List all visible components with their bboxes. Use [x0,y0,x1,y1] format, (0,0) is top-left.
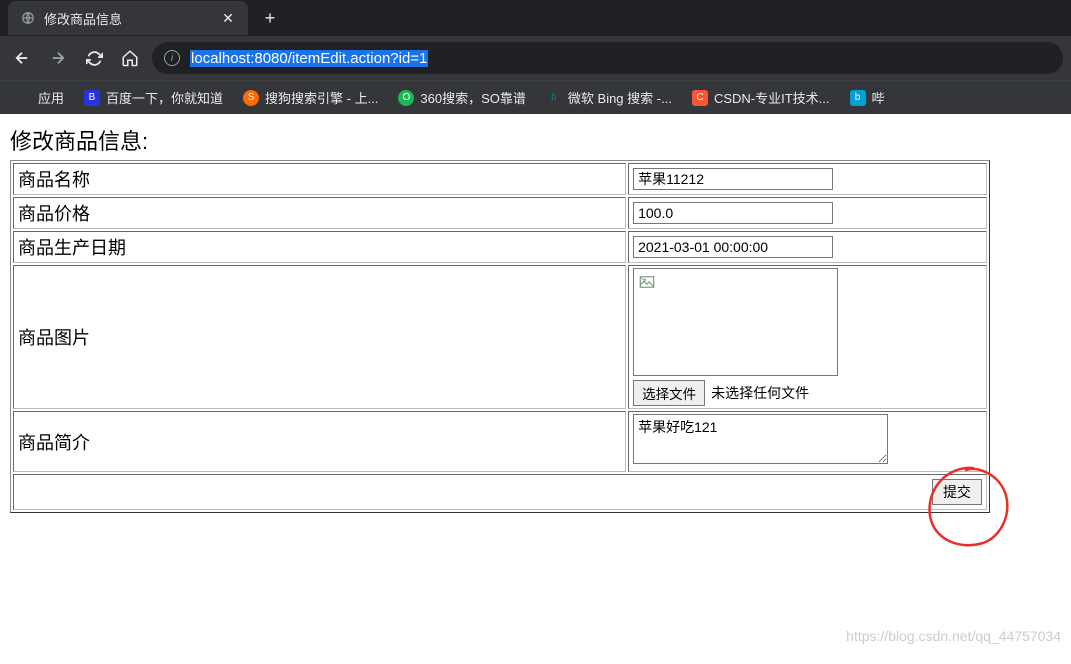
cell-price-input [628,197,987,229]
forward-button[interactable] [44,44,72,72]
file-row: 选择文件 未选择任何文件 [633,380,982,406]
home-button[interactable] [116,44,144,72]
row-submit: 提交 [13,474,987,510]
file-status: 未选择任何文件 [711,383,809,403]
row-price: 商品价格 [13,197,987,229]
info-icon: i [164,50,180,66]
row-image: 商品图片 选择文件 未选择任何文件 [13,265,987,409]
new-tab-button[interactable]: + [256,4,284,32]
bookmark-sogou[interactable]: S 搜狗搜索引擎 - 上... [235,84,386,111]
row-date: 商品生产日期 [13,231,987,263]
desc-textarea[interactable] [633,414,888,464]
page-title: 修改商品信息: [10,124,1061,156]
bookmark-apps[interactable]: 应用 [8,84,72,111]
label-date: 商品生产日期 [13,231,626,263]
apps-icon [16,90,32,106]
baidu-icon: B [84,90,100,106]
bilibili-icon: b [850,90,866,106]
cell-image-input: 选择文件 未选择任何文件 [628,265,987,409]
tab-bar: 修改商品信息 ✕ + [0,0,1071,36]
close-icon[interactable]: ✕ [220,10,236,26]
back-button[interactable] [8,44,36,72]
name-input[interactable] [633,168,833,190]
row-desc: 商品简介 [13,411,987,472]
bookmark-baidu[interactable]: B 百度一下，你就知道 [76,84,231,111]
product-form-table: 商品名称 商品价格 商品生产日期 商品图片 选择文件 [10,160,990,513]
row-name: 商品名称 [13,163,987,195]
cell-date-input [628,231,987,263]
bing-icon: b [546,90,562,106]
so360-icon: O [398,90,414,106]
bookmark-bilibili[interactable]: b 哔 [842,84,893,111]
browser-tab[interactable]: 修改商品信息 ✕ [8,1,248,35]
price-input[interactable] [633,202,833,224]
label-name: 商品名称 [13,163,626,195]
nav-bar: i localhost:8080/itemEdit.action?id=1 [0,36,1071,80]
date-input[interactable] [633,236,833,258]
sogou-icon: S [243,90,259,106]
page-content: 修改商品信息: 商品名称 商品价格 商品生产日期 商品图片 [0,114,1071,523]
bookmark-360[interactable]: O 360搜索，SO靠谱 [390,84,533,111]
cell-desc-input [628,411,987,472]
globe-icon [20,10,36,26]
cell-name-input [628,163,987,195]
choose-file-button[interactable]: 选择文件 [633,380,705,406]
reload-button[interactable] [80,44,108,72]
watermark: https://blog.csdn.net/qq_44757034 [846,628,1061,644]
cell-submit: 提交 [13,474,987,510]
bookmark-bing[interactable]: b 微软 Bing 搜索 -... [538,84,680,111]
browser-chrome: 修改商品信息 ✕ + i localhost:8080/itemEdit.act… [0,0,1071,114]
bookmark-csdn[interactable]: C CSDN-专业IT技术... [684,84,838,111]
label-desc: 商品简介 [13,411,626,472]
tab-title: 修改商品信息 [44,9,212,28]
csdn-icon: C [692,90,708,106]
address-bar[interactable]: i localhost:8080/itemEdit.action?id=1 [152,42,1063,74]
label-price: 商品价格 [13,197,626,229]
label-image: 商品图片 [13,265,626,409]
broken-image-icon [633,268,838,376]
bookmarks-bar: 应用 B 百度一下，你就知道 S 搜狗搜索引擎 - 上... O 360搜索，S… [0,80,1071,114]
url-text: localhost:8080/itemEdit.action?id=1 [190,50,428,67]
submit-button[interactable]: 提交 [932,479,982,505]
